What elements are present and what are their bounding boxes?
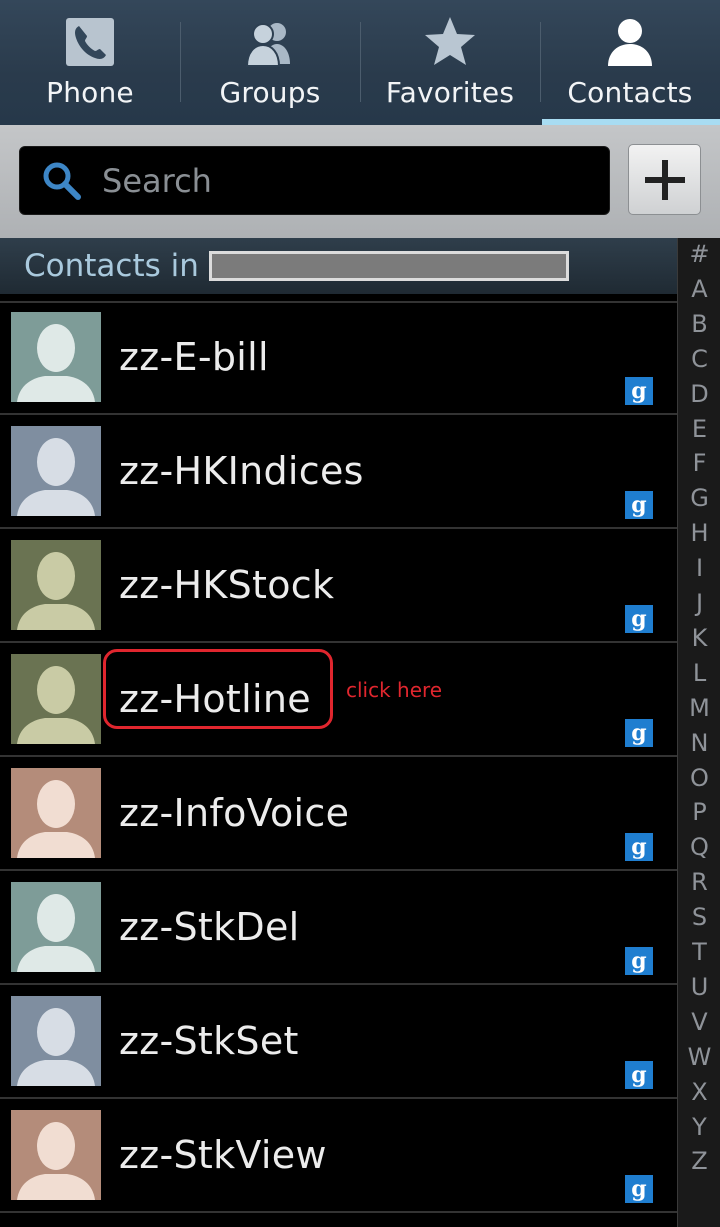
index-letter[interactable]: S xyxy=(678,903,720,931)
alphabet-index[interactable]: # A B C D E F G H I J K L M N O P Q R S T U V W X Y Z xyxy=(677,238,720,1227)
google-account-icon: g xyxy=(625,947,653,975)
google-account-icon: g xyxy=(625,377,653,405)
index-letter[interactable]: F xyxy=(678,449,720,477)
annotation-text: click here xyxy=(346,678,443,702)
tab-phone[interactable]: Phone xyxy=(0,0,180,125)
tab-bar: Phone Groups Favorites Contacts xyxy=(0,0,720,125)
contact-name: zz-StkView xyxy=(119,1133,327,1177)
contact-name: zz-HKStock xyxy=(119,563,335,607)
tab-label: Favorites xyxy=(385,76,515,109)
contact-row[interactable]: zz-E-bill g xyxy=(0,301,677,415)
tab-label: Phone xyxy=(46,76,134,109)
index-letter[interactable]: W xyxy=(678,1043,720,1071)
contact-name: zz-StkSet xyxy=(119,1019,299,1063)
google-account-icon: g xyxy=(625,1061,653,1089)
google-account-icon: g xyxy=(625,605,653,633)
avatar-icon xyxy=(11,1110,101,1200)
index-letter[interactable]: L xyxy=(678,659,720,687)
groups-icon xyxy=(245,23,290,67)
contact-name: zz-StkDel xyxy=(119,905,300,949)
search-placeholder: Search xyxy=(102,161,212,200)
index-letter[interactable]: Z xyxy=(678,1147,720,1175)
avatar-icon xyxy=(11,882,101,972)
index-letter[interactable]: D xyxy=(678,380,720,408)
contact-row[interactable]: zz-Hotline g click here xyxy=(0,643,677,757)
phone-icon xyxy=(66,18,114,66)
contact-row[interactable]: zz-StkDel g xyxy=(0,871,677,985)
index-letter[interactable]: M xyxy=(678,694,720,722)
contact-person-icon xyxy=(608,19,652,66)
index-letter[interactable]: J xyxy=(678,589,720,617)
tab-groups[interactable]: Groups xyxy=(180,0,360,125)
avatar-icon xyxy=(11,654,101,744)
tab-label: Contacts xyxy=(567,76,693,109)
avatar-icon xyxy=(11,768,101,858)
index-letter[interactable]: P xyxy=(678,798,720,826)
contact-row[interactable]: zz-HKStock g xyxy=(0,529,677,643)
avatar-icon xyxy=(11,996,101,1086)
index-letter[interactable]: O xyxy=(678,764,720,792)
index-letter[interactable]: T xyxy=(678,938,720,966)
index-letter[interactable]: G xyxy=(678,484,720,512)
index-letter[interactable]: I xyxy=(678,554,720,582)
contact-row[interactable]: zz-InfoVoice g xyxy=(0,757,677,871)
contact-list: zz-E-bill g zz-HKIndices g zz-HKStock g … xyxy=(0,301,677,1213)
annotation-highlight-box xyxy=(103,649,333,729)
plus-icon xyxy=(644,159,685,200)
avatar-icon xyxy=(11,312,101,402)
section-header: Contacts in xyxy=(0,238,677,294)
search-icon xyxy=(43,162,81,200)
index-letter[interactable]: K xyxy=(678,624,720,652)
index-letter[interactable]: Q xyxy=(678,833,720,861)
index-letter[interactable]: # xyxy=(678,240,720,268)
index-letter[interactable]: Y xyxy=(678,1113,720,1141)
star-icon xyxy=(425,17,475,65)
add-contact-button[interactable] xyxy=(628,144,701,215)
avatar-icon xyxy=(11,540,101,630)
redacted-account-name xyxy=(208,251,569,281)
index-letter[interactable]: U xyxy=(678,973,720,1001)
contact-name: zz-E-bill xyxy=(119,335,269,379)
google-account-icon: g xyxy=(625,719,653,747)
index-letter[interactable]: H xyxy=(678,519,720,547)
contact-name: zz-InfoVoice xyxy=(119,791,350,835)
index-letter[interactable]: V xyxy=(678,1008,720,1036)
index-letter[interactable]: N xyxy=(678,729,720,757)
search-bar: Search xyxy=(0,125,720,238)
section-header-label: Contacts in xyxy=(24,248,199,284)
contact-row[interactable]: zz-StkSet g xyxy=(0,985,677,1099)
index-letter[interactable]: A xyxy=(678,275,720,303)
contact-name: zz-HKIndices xyxy=(119,449,364,493)
google-account-icon: g xyxy=(625,491,653,519)
tab-label: Groups xyxy=(219,76,321,109)
contact-row[interactable]: zz-HKIndices g xyxy=(0,415,677,529)
tab-contacts[interactable]: Contacts xyxy=(540,0,720,125)
tab-favorites[interactable]: Favorites xyxy=(360,0,540,125)
avatar-icon xyxy=(11,426,101,516)
google-account-icon: g xyxy=(625,833,653,861)
index-letter[interactable]: B xyxy=(678,310,720,338)
search-input[interactable]: Search xyxy=(19,146,610,215)
google-account-icon: g xyxy=(625,1175,653,1203)
index-letter[interactable]: E xyxy=(678,415,720,443)
index-letter[interactable]: C xyxy=(678,345,720,373)
contact-row[interactable]: zz-StkView g xyxy=(0,1099,677,1213)
index-letter[interactable]: X xyxy=(678,1078,720,1106)
index-letter[interactable]: R xyxy=(678,868,720,896)
